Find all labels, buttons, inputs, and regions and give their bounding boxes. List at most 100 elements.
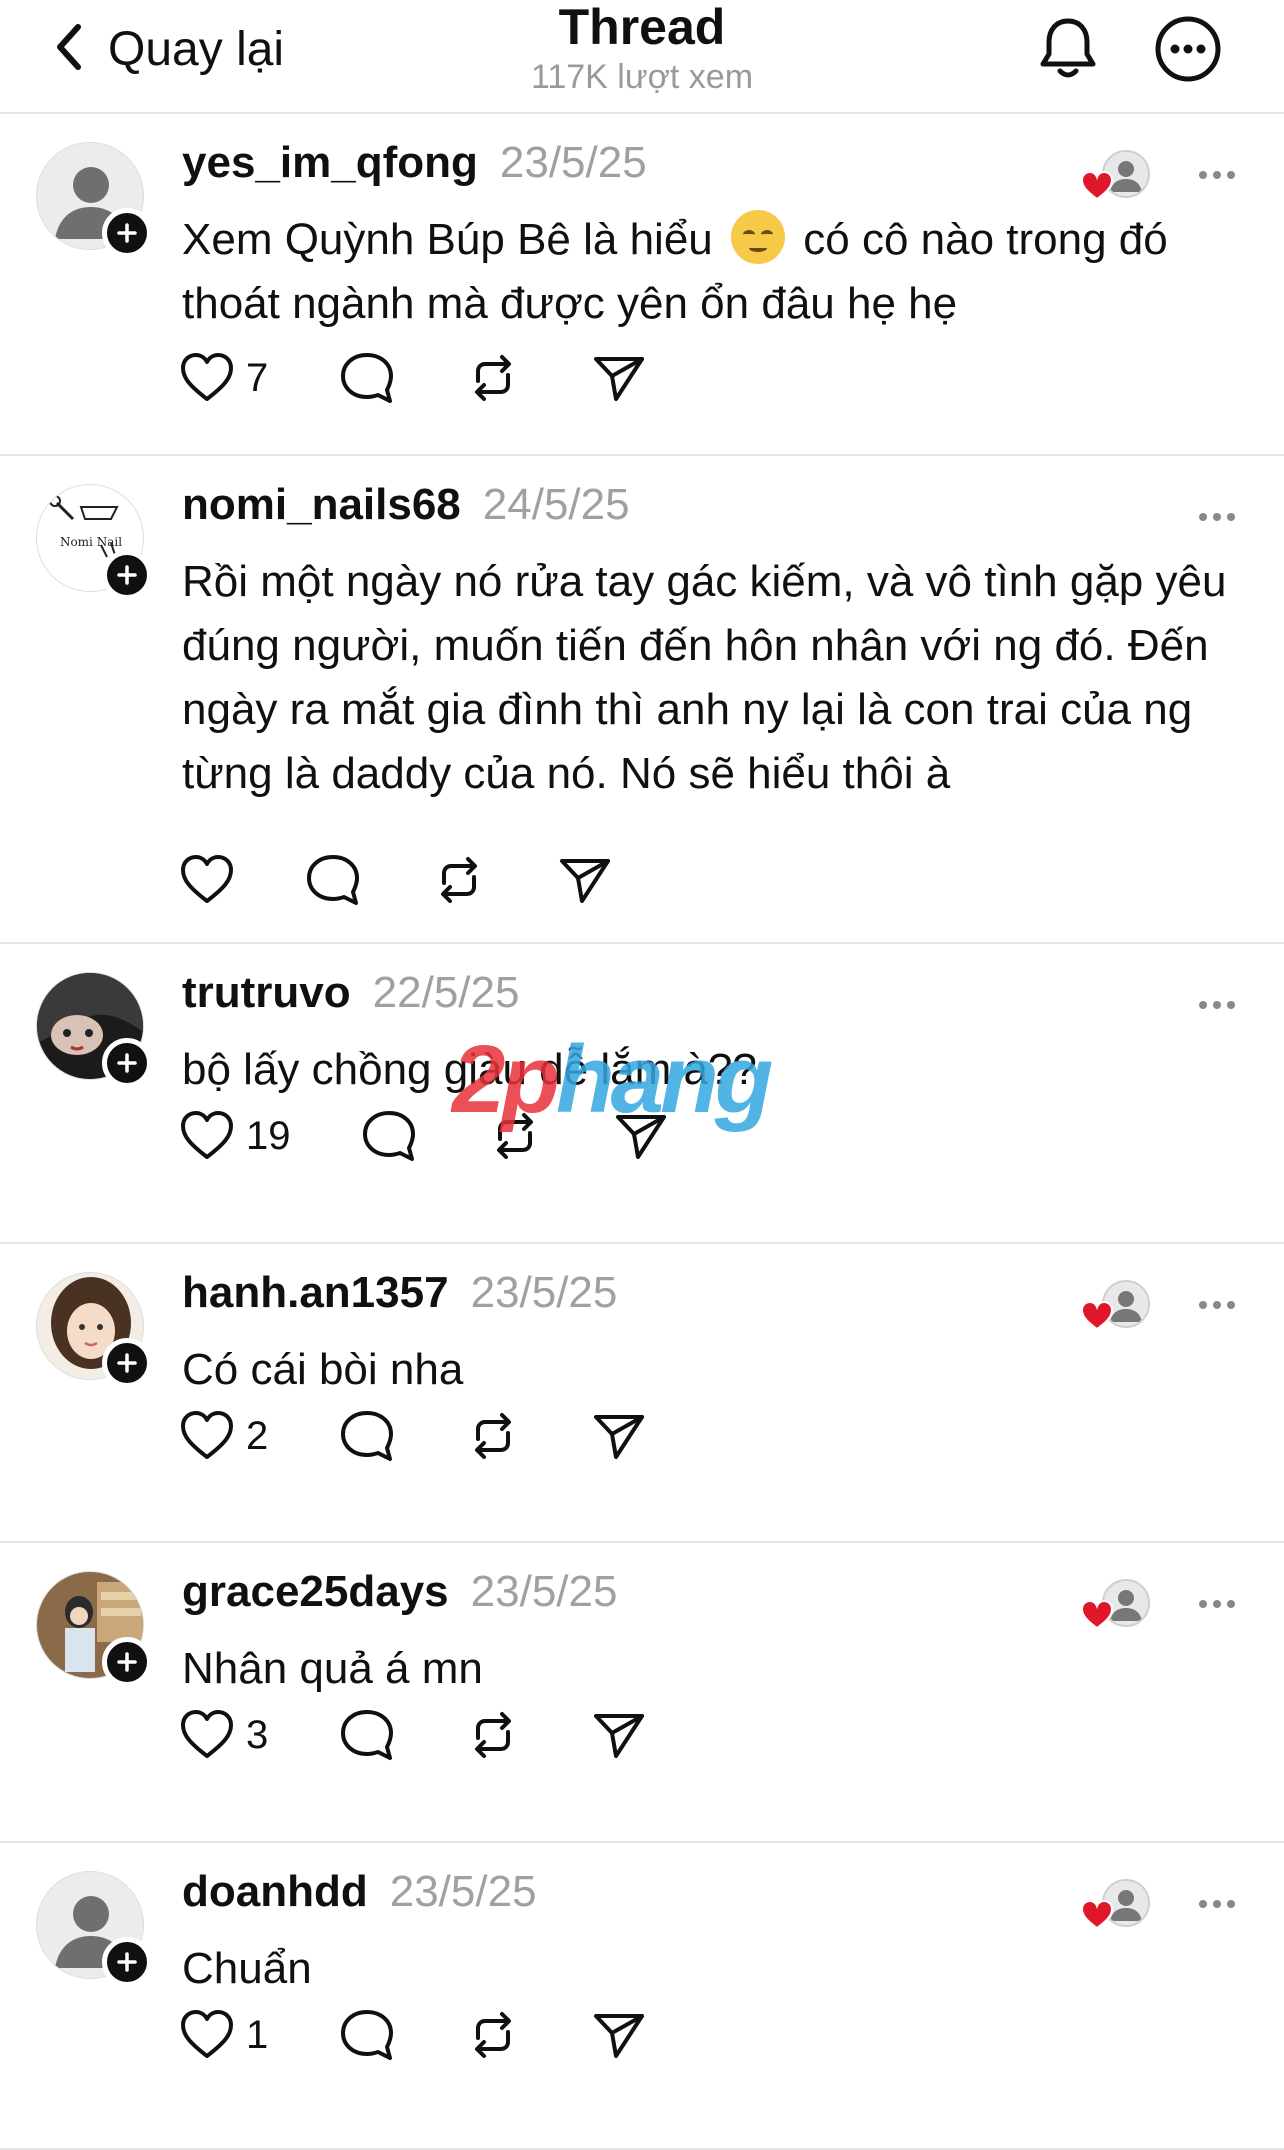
like-button[interactable]: 7 (178, 346, 338, 410)
username[interactable]: trutruvo (182, 968, 351, 1018)
ellipsis-icon (1190, 490, 1244, 544)
comment-actions: 7 (178, 346, 648, 410)
share-button[interactable] (556, 848, 614, 912)
avatar-wrap: Nomi Nail (36, 484, 154, 602)
follow-button[interactable] (102, 550, 152, 600)
speech-bubble-icon (338, 1706, 396, 1764)
repost-button[interactable] (464, 2003, 590, 2067)
follow-button[interactable] (102, 1637, 152, 1687)
like-count: 2 (246, 1413, 269, 1458)
follow-button[interactable] (102, 1937, 152, 1987)
repost-icon (464, 1706, 522, 1764)
comment-text: Có cái bòi nha (182, 1345, 464, 1394)
follow-button[interactable] (102, 1338, 152, 1388)
like-button[interactable]: 19 (178, 1104, 360, 1168)
plus-icon (115, 221, 139, 245)
like-button[interactable]: 2 (178, 1404, 338, 1468)
follow-button[interactable] (102, 1038, 152, 1088)
heart-filled-icon (1080, 170, 1114, 202)
heart-filled-icon (1080, 1899, 1114, 1931)
like-button[interactable]: 1 (178, 2003, 338, 2067)
comment-text: Xem Quỳnh Búp Bê là hiểu có cô nào trong… (182, 208, 1252, 336)
username[interactable]: yes_im_qfong (182, 138, 478, 188)
heart-icon (178, 2006, 236, 2064)
chevron-left-icon (52, 21, 86, 78)
reply-button[interactable] (304, 848, 430, 912)
repost-icon (464, 1407, 522, 1465)
like-button[interactable] (178, 848, 304, 912)
repost-button[interactable] (464, 346, 590, 410)
share-button[interactable] (590, 346, 648, 410)
back-button[interactable]: Quay lại (52, 14, 284, 84)
ellipsis-icon (1190, 1577, 1244, 1631)
top-bar: Quay lại Thread 117K lượt xem (0, 0, 1284, 114)
comment-options-button[interactable] (1190, 490, 1244, 544)
comment-options-button[interactable] (1190, 1877, 1244, 1931)
reply-button[interactable] (338, 346, 464, 410)
reply-button[interactable] (338, 1703, 464, 1767)
avatar-wrap (36, 142, 154, 260)
avatar-wrap (36, 1871, 154, 1989)
share-button[interactable] (590, 1404, 648, 1468)
paper-plane-icon (590, 349, 648, 407)
share-button[interactable] (590, 2003, 648, 2067)
like-count: 1 (246, 2012, 269, 2057)
comment-text: Rồi một ngày nó rửa tay gác kiếm, và vô … (182, 557, 1227, 798)
like-count: 19 (246, 1113, 291, 1158)
title-block: Thread 117K lượt xem (442, 0, 842, 100)
more-circle-icon (1155, 16, 1221, 82)
repost-icon (430, 851, 488, 909)
like-count: 3 (246, 1712, 269, 1757)
avatar-wrap (36, 972, 154, 1090)
speech-bubble-icon (360, 1107, 418, 1165)
repost-icon (464, 2006, 522, 2064)
repost-button[interactable] (464, 1404, 590, 1468)
paper-plane-icon (590, 2006, 648, 2064)
heart-icon (178, 851, 236, 909)
comment-options-button[interactable] (1190, 148, 1244, 202)
username[interactable]: nomi_nails68 (182, 480, 461, 530)
repost-icon (486, 1107, 544, 1165)
reply-button[interactable] (338, 2003, 464, 2067)
comment-actions: 3 (178, 1703, 648, 1767)
ellipsis-icon (1190, 1278, 1244, 1332)
username[interactable]: hanh.an1357 (182, 1268, 449, 1318)
plus-icon (115, 1351, 139, 1375)
reply-button[interactable] (338, 1404, 464, 1468)
plus-icon (115, 563, 139, 587)
comment-meta: trutruvo 22/5/25 (182, 968, 519, 1028)
comment-options-button[interactable] (1190, 978, 1244, 1032)
avatar-logo-text: Nomi Nail (59, 535, 123, 549)
repost-button[interactable] (430, 848, 556, 912)
heart-filled-icon (1080, 1599, 1114, 1631)
paper-plane-icon (590, 1706, 648, 1764)
comment-text-part: Xem Quỳnh Búp Bê là hiểu (182, 215, 713, 264)
comment-options-button[interactable] (1190, 1577, 1244, 1631)
share-button[interactable] (612, 1104, 670, 1168)
follow-button[interactable] (102, 208, 152, 258)
share-button[interactable] (590, 1703, 648, 1767)
repost-button[interactable] (486, 1104, 612, 1168)
page-title: Thread (558, 0, 726, 55)
heart-filled-icon (1080, 1300, 1114, 1332)
comment-item: hanh.an1357 23/5/25 Có cái bòi nha 2 (0, 1244, 1284, 1543)
comment-text: bộ lấy chồng giàu dễ lắm à?? (182, 1045, 757, 1094)
username[interactable]: grace25days (182, 1567, 449, 1617)
comment-item: doanhdd 23/5/25 Chuẩn 1 (0, 1843, 1284, 2150)
comment-item: yes_im_qfong 23/5/25 Xem Quỳnh Búp Bê là h… (0, 114, 1284, 456)
notifications-button[interactable] (1032, 13, 1104, 85)
comment-meta: doanhdd 23/5/25 (182, 1867, 537, 1927)
heart-icon (178, 1107, 236, 1165)
comment-options-button[interactable] (1190, 1278, 1244, 1332)
like-button[interactable]: 3 (178, 1703, 338, 1767)
plus-icon (115, 1650, 139, 1674)
timestamp: 23/5/25 (470, 1567, 618, 1616)
heart-icon (178, 1407, 236, 1465)
reply-button[interactable] (360, 1104, 486, 1168)
repost-button[interactable] (464, 1703, 590, 1767)
more-options-button[interactable] (1152, 13, 1224, 85)
speech-bubble-icon (338, 349, 396, 407)
timestamp: 23/5/25 (470, 1268, 618, 1317)
username[interactable]: doanhdd (182, 1867, 368, 1917)
timestamp: 23/5/25 (389, 1867, 537, 1916)
